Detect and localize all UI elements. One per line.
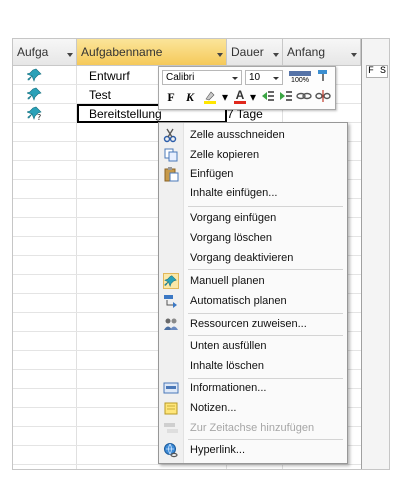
menu-item-label: Ressourcen zuweisen... (190, 318, 307, 330)
gantt-chart-area[interactable]: F S (361, 39, 389, 469)
task-name-cell[interactable]: Test (89, 88, 111, 102)
mini-toolbar: Calibri 10 100% F K ▾ A ▾ (158, 66, 336, 110)
menu-item-information[interactable]: Informationen... (159, 379, 347, 397)
font-color-button[interactable]: A (231, 89, 249, 105)
menu-item-auto-schedule[interactable]: Automatisch planen (159, 292, 347, 310)
task-name-cell-selected[interactable]: Bereitstellung (89, 107, 162, 121)
menu-item-manual-schedule[interactable]: Manuell planen (159, 272, 347, 290)
menu-item-label: Vorgang deaktivieren (190, 252, 294, 264)
outdent-icon (262, 91, 274, 101)
link-icon (296, 92, 312, 100)
menu-item-label: Hyperlink... (190, 444, 246, 456)
chevron-down-icon[interactable] (273, 77, 279, 80)
column-header-start-label: Anfang (287, 45, 326, 59)
font-color-letter: A (235, 88, 245, 102)
menu-item-label: Einfügen (190, 168, 234, 180)
menu-item-label: Zelle kopieren (190, 149, 260, 161)
note-icon (164, 402, 178, 415)
menu-separator (188, 313, 343, 314)
menu-item-notes[interactable]: Notizen... (159, 399, 347, 417)
menu-item-label: Automatisch planen (190, 295, 287, 307)
menu-item-label: Unten ausfüllen (190, 340, 267, 352)
gantt-day-labels: F S (366, 65, 389, 78)
highlight-color-button[interactable] (201, 89, 219, 105)
zoom-bar-icon (289, 71, 311, 76)
menu-item-add-to-timeline[interactable]: Zur Zeitachse hinzufügen (159, 419, 347, 437)
context-menu: Zelle ausschneiden Zelle kopieren Einfüg… (158, 122, 348, 464)
chevron-down-icon[interactable] (351, 53, 357, 57)
svg-text:?: ? (37, 113, 41, 120)
menu-separator (188, 335, 343, 336)
menu-item-label: Manuell planen (190, 275, 265, 287)
timeline-icon (164, 423, 178, 433)
info-card-icon (163, 382, 179, 394)
menu-item-paste[interactable]: Einfügen (159, 165, 347, 183)
chevron-down-icon[interactable] (67, 53, 73, 57)
column-header-duration[interactable]: Dauer (227, 39, 283, 65)
menu-item-label: Zur Zeitachse hinzufügen (190, 422, 315, 434)
column-header-row: Aufga Aufgabenname Dauer Anfang (13, 39, 389, 66)
copy-icon (164, 148, 178, 162)
menu-item-copy-cell[interactable]: Zelle kopieren (159, 146, 347, 164)
chevron-down-icon[interactable] (217, 53, 223, 57)
menu-item-label: Inhalte einfügen... (190, 187, 278, 199)
column-header-task-name-label: Aufgabenname (81, 45, 163, 59)
menu-item-assign-resources[interactable]: Ressourcen zuweisen... (159, 315, 347, 333)
link-tasks-button[interactable] (295, 89, 313, 105)
menu-item-insert-task[interactable]: Vorgang einfügen (159, 209, 347, 227)
scissors-icon (163, 128, 177, 143)
pushpin-icon (27, 87, 42, 101)
menu-item-cut-cell[interactable]: Zelle ausschneiden (159, 126, 347, 144)
column-header-start[interactable]: Anfang (283, 39, 361, 65)
font-size-select[interactable]: 10 (245, 70, 283, 85)
menu-item-label: Informationen... (190, 382, 267, 394)
highlighter-icon (204, 91, 216, 104)
indent-icon (280, 91, 292, 101)
format-painter-button[interactable] (315, 69, 333, 85)
column-header-indicator-label: Aufga (17, 45, 49, 59)
outdent-button[interactable] (259, 89, 277, 105)
task-name-cell[interactable]: Entwurf (89, 69, 130, 83)
auto-schedule-icon (164, 295, 177, 308)
zoom-percent-button[interactable]: 100% (287, 69, 313, 86)
menu-item-label: Vorgang löschen (190, 232, 272, 244)
paste-icon (164, 167, 179, 182)
column-header-indicator[interactable]: Aufga (13, 39, 77, 65)
font-family-select[interactable]: Calibri (162, 70, 242, 85)
format-painter-icon (318, 70, 327, 81)
font-family-value: Calibri (166, 72, 195, 83)
pin-icon (163, 273, 179, 289)
zoom-percent-label: 100% (291, 77, 309, 84)
pushpin-icon (27, 68, 42, 82)
highlight-dropdown[interactable]: ▾ (221, 89, 229, 105)
menu-separator (188, 439, 343, 440)
font-size-value: 10 (249, 72, 261, 83)
column-header-task-name[interactable]: Aufgabenname (77, 39, 227, 65)
menu-separator (188, 269, 343, 270)
menu-item-label: Vorgang einfügen (190, 212, 277, 224)
chevron-down-icon[interactable] (273, 53, 279, 57)
font-color-dropdown[interactable]: ▾ (249, 89, 257, 105)
menu-item-clear-contents[interactable]: Inhalte löschen (159, 357, 347, 375)
menu-item-deactivate-task[interactable]: Vorgang deaktivieren (159, 249, 347, 267)
menu-separator (188, 206, 343, 207)
menu-item-label: Inhalte löschen (190, 360, 264, 372)
menu-item-label: Zelle ausschneiden (190, 129, 285, 141)
pushpin-question-icon: ? (27, 106, 42, 120)
menu-item-label: Notizen... (190, 402, 237, 414)
hyperlink-icon (164, 443, 178, 458)
column-header-duration-label: Dauer (231, 45, 264, 59)
menu-item-paste-special[interactable]: Inhalte einfügen... (159, 184, 347, 202)
menu-item-fill-down[interactable]: Unten ausfüllen (159, 337, 347, 355)
menu-item-hyperlink[interactable]: Hyperlink... (159, 441, 347, 459)
chevron-down-icon[interactable] (232, 77, 238, 80)
unlink-icon (315, 90, 331, 102)
bold-button[interactable]: F (162, 89, 180, 105)
indent-button[interactable] (277, 89, 295, 105)
people-icon (164, 318, 178, 330)
unlink-tasks-button[interactable] (314, 89, 332, 105)
menu-item-delete-task[interactable]: Vorgang löschen (159, 229, 347, 247)
italic-button[interactable]: K (181, 89, 199, 105)
